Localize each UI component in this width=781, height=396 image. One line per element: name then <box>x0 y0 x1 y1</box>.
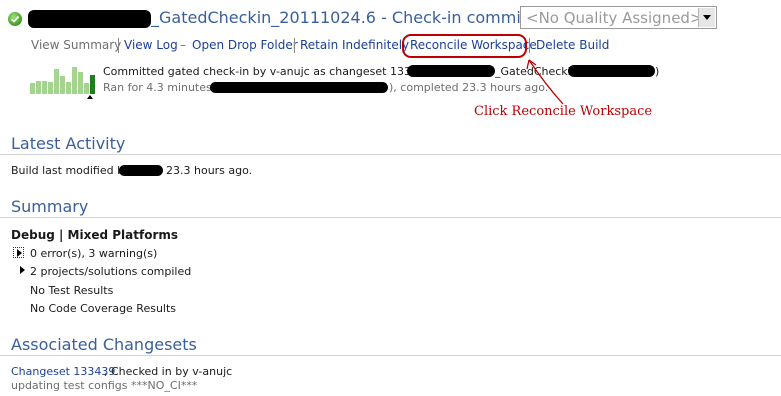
changeset-checkin: , Checked in by v-anujc <box>104 365 233 378</box>
build-history-chart <box>30 62 95 94</box>
ran-prefix: Ran for 4.3 minutes ( <box>103 81 220 94</box>
history-bar[interactable] <box>60 76 65 94</box>
quality-value: <No Quality Assigned> <box>526 9 703 27</box>
code-coverage-results: No Code Coverage Results <box>30 302 177 315</box>
nav-divider <box>529 38 530 53</box>
build-configuration: Debug | Mixed Platforms <box>11 228 179 242</box>
redacted-definition-prefix <box>407 65 495 77</box>
open-drop-folder-link[interactable]: Open Drop Folder <box>192 38 298 52</box>
redacted-agent <box>210 82 388 93</box>
nav-dash: – <box>180 38 186 52</box>
redacted-user <box>119 165 163 176</box>
history-bar[interactable] <box>90 75 95 94</box>
errors-warnings: 0 error(s), 3 warning(s) <box>30 247 158 260</box>
reconcile-highlight-ellipse <box>402 34 527 58</box>
projects-compiled: 2 projects/solutions compiled <box>30 265 192 278</box>
history-bar[interactable] <box>78 72 83 94</box>
changeset-comment: updating test configs ***NO_CI*** <box>11 379 198 392</box>
redacted-build-prefix <box>28 10 151 28</box>
commit-line: Committed gated check-in by v-anujc as c… <box>103 65 445 78</box>
expand-projects-icon[interactable] <box>17 265 28 276</box>
history-bar[interactable] <box>66 82 71 94</box>
history-bar[interactable] <box>36 81 41 94</box>
changeset-link[interactable]: Changeset 133439 <box>11 365 115 378</box>
current-build-marker-icon <box>87 95 93 99</box>
view-summary-link: View Summary <box>31 38 122 52</box>
test-results: No Test Results <box>30 284 114 297</box>
history-bar[interactable] <box>48 82 53 94</box>
view-log-link[interactable]: View Log <box>124 38 178 52</box>
associated-changesets-heading: Associated Changesets <box>11 335 197 354</box>
section-divider <box>0 154 781 155</box>
section-divider <box>0 217 781 218</box>
delete-build-link[interactable]: Delete Build <box>536 38 609 52</box>
quality-dropdown[interactable]: <No Quality Assigned> <box>520 6 717 29</box>
modified-prefix: Build last modified by <box>11 164 131 177</box>
annotation-arrow-icon <box>526 59 564 105</box>
nav-divider <box>118 38 119 53</box>
retain-indefinitely-link[interactable]: Retain Indefinitely <box>300 38 409 52</box>
commit-prefix: Committed gated check-in by v-anujc as c… <box>103 65 446 78</box>
history-bar[interactable] <box>72 67 77 94</box>
summary-heading: Summary <box>11 197 89 216</box>
history-bar[interactable] <box>54 69 59 94</box>
build-succeeded-icon <box>8 12 22 26</box>
build-title: _GatedCheckin_20111024.6 - Check-in comm… <box>151 8 565 27</box>
ran-line: Ran for 4.3 minutes ( <box>103 81 220 94</box>
history-bar[interactable] <box>84 83 89 94</box>
expand-errors-icon[interactable] <box>13 247 24 258</box>
section-divider <box>0 355 781 356</box>
modified-suffix: 23.3 hours ago. <box>166 164 253 177</box>
nav-divider <box>294 38 295 53</box>
commit-close: ) <box>655 65 660 78</box>
chevron-down-icon[interactable] <box>698 8 715 27</box>
history-bar[interactable] <box>30 83 35 94</box>
history-bar[interactable] <box>42 81 47 94</box>
annotation-text: Click Reconcile Workspace <box>474 104 653 119</box>
latest-activity-heading: Latest Activity <box>11 134 126 153</box>
